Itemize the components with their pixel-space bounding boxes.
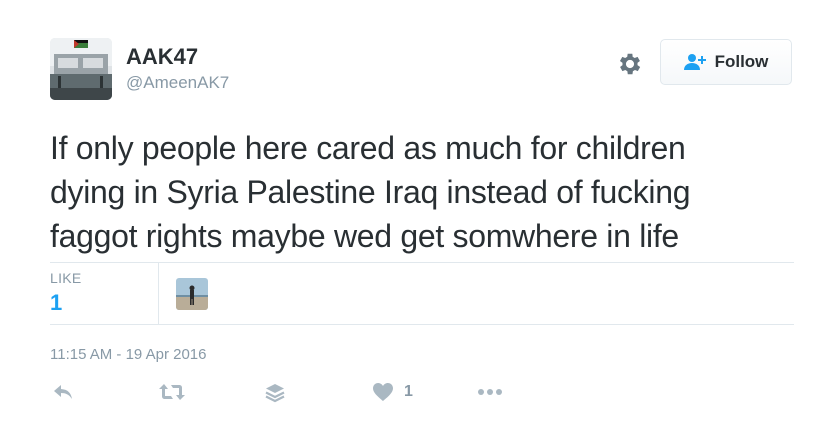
gear-icon xyxy=(619,53,641,75)
more-icon xyxy=(478,389,502,395)
retweet-icon xyxy=(159,384,185,400)
heart-icon xyxy=(373,383,393,401)
user-handle[interactable]: @AmeenAK7 xyxy=(126,73,229,93)
likes-stat-count[interactable]: 1 xyxy=(50,290,62,316)
likes-stat-label[interactable]: LIKE xyxy=(50,270,82,286)
like-button[interactable]: 1 xyxy=(372,382,413,402)
tweet-text-line: faggot rights maybe wed get somwhere in … xyxy=(50,218,679,254)
follow-button[interactable]: Follow xyxy=(660,39,792,85)
add-to-moment-button[interactable] xyxy=(264,382,286,404)
retweet-button[interactable] xyxy=(158,382,186,402)
divider xyxy=(158,262,159,324)
add-user-icon xyxy=(683,54,706,70)
divider xyxy=(50,324,794,325)
settings-gear-button[interactable] xyxy=(616,50,644,78)
more-options-button[interactable] xyxy=(476,382,504,402)
user-display-name[interactable]: AAK47 xyxy=(126,44,198,70)
tweet-text: If only people here cared as much for ch… xyxy=(50,126,810,258)
tweet-text-line: dying in Syria Palestine Iraq instead of… xyxy=(50,174,691,210)
follow-button-label: Follow xyxy=(714,52,769,71)
tweet-text-line: If only people here cared as much for ch… xyxy=(50,130,686,166)
like-action-count: 1 xyxy=(404,383,413,400)
stack-icon xyxy=(265,384,285,403)
divider xyxy=(50,262,794,263)
tweet-timestamp[interactable]: 11:15 AM - 19 Apr 2016 xyxy=(50,346,207,363)
reply-button[interactable] xyxy=(52,382,74,402)
liker-avatar[interactable] xyxy=(176,278,208,310)
profile-avatar[interactable] xyxy=(50,38,112,100)
reply-icon xyxy=(54,385,72,399)
